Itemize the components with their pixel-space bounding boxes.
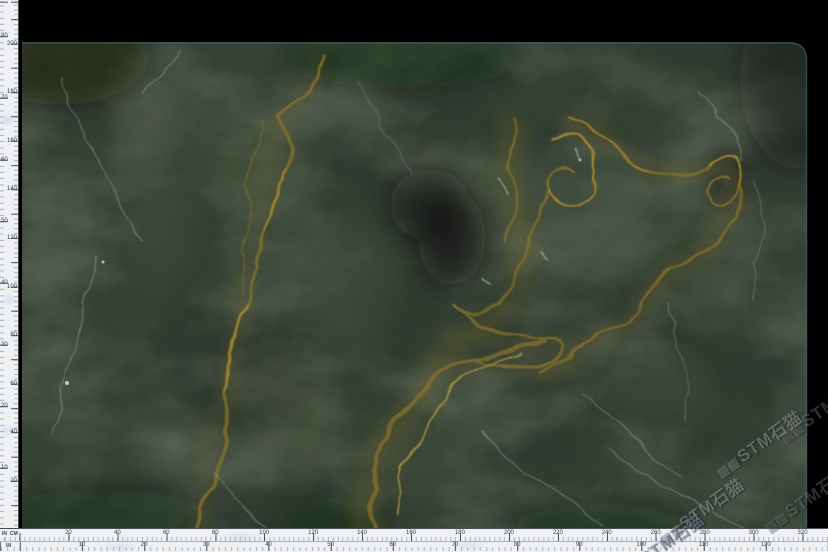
- ruler-label-cm: 20: [65, 530, 72, 536]
- ruler-label-in: 70: [1, 95, 8, 101]
- ruler-label-in: 10: [79, 542, 86, 548]
- ruler-label-cm: 120: [7, 235, 17, 241]
- ruler-label-cm: 180: [455, 530, 465, 536]
- ruler-label-cm: 140: [7, 186, 17, 192]
- ruler-label-in: 80: [1, 33, 8, 39]
- ruler-label-in: 40: [1, 280, 8, 286]
- ruler-label-cm: 220: [553, 530, 563, 536]
- bottom-ruler-inch-row: IN 10 20 30 40 50 60 70 80 90 100 110 120: [0, 541, 828, 552]
- unit-label-in-2: IN: [6, 543, 11, 549]
- ruler-label-cm: 60: [10, 381, 17, 387]
- slab-scan-viewport: 200 180 160 140 120 100 80 60 40 20 80 70 60 50 40 30 2…: [0, 0, 828, 552]
- ruler-label-cm: 40: [10, 429, 17, 435]
- ruler-label-in: 80: [514, 542, 521, 548]
- ruler-label-cm: 100: [7, 284, 17, 290]
- ruler-label-in: 50: [327, 542, 334, 548]
- left-ruler-inch-major-ticks: [0, 0, 8, 528]
- ruler-label-cm: 200: [504, 530, 514, 536]
- ruler-label-cm: 80: [212, 530, 219, 536]
- ruler-label-in: 50: [1, 218, 8, 224]
- unit-label-cm: CM: [10, 531, 18, 537]
- ruler-label-cm: 20: [10, 478, 17, 484]
- ruler-label-cm: 140: [357, 530, 367, 536]
- ruler-label-cm: 40: [114, 530, 121, 536]
- ruler-label-in: 60: [1, 157, 8, 163]
- ruler-label-cm: 80: [10, 332, 17, 338]
- slab-texture: [0, 0, 828, 552]
- ruler-label-in: 90: [576, 542, 583, 548]
- ruler-label-in: 40: [265, 542, 272, 548]
- unit-label-in: IN: [2, 531, 7, 537]
- ruler-label-in: 110: [699, 542, 709, 548]
- ruler-label-cm: 240: [602, 530, 612, 536]
- ruler-label-in: 20: [141, 542, 148, 548]
- ruler-label-cm: 180: [7, 89, 17, 95]
- ruler-label-cm: 60: [163, 530, 170, 536]
- ruler-label-cm: 300: [749, 530, 759, 536]
- ruler-label-cm: 280: [700, 530, 710, 536]
- ruler-label-cm: 100: [259, 530, 269, 536]
- ruler-bottom: IN CM 20 40 60 80 100 120 140 160 180 200 220 240 26…: [0, 528, 828, 552]
- slab-image: [0, 0, 828, 552]
- ruler-label-cm: 260: [651, 530, 661, 536]
- ruler-label-cm: 200: [7, 41, 17, 47]
- ruler-left: 200 180 160 140 120 100 80 60 40 20 80 70 60 50 40 30 2…: [0, 0, 19, 528]
- ruler-label-in: 60: [389, 542, 396, 548]
- ruler-label-cm: 160: [406, 530, 416, 536]
- ruler-label-in: 30: [203, 542, 210, 548]
- ruler-label-cm: 120: [308, 530, 318, 536]
- ruler-label-in: 70: [452, 542, 459, 548]
- ruler-label-cm: 160: [7, 138, 17, 144]
- ruler-label-in: 10: [1, 465, 8, 471]
- ruler-label-in: 30: [1, 342, 8, 348]
- ruler-label-cm: 320: [798, 530, 808, 536]
- ruler-label-in: 120: [761, 542, 771, 548]
- left-ruler-cm-major-ticks: [11, 0, 18, 528]
- ruler-label-in: 20: [1, 403, 8, 409]
- ruler-label-in: 100: [636, 542, 646, 548]
